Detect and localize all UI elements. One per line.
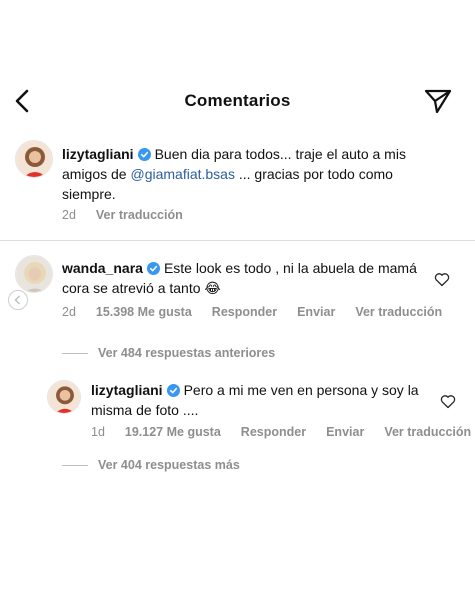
- comment-username[interactable]: lizytagliani: [91, 382, 163, 398]
- thread-line: [62, 353, 88, 355]
- thread-line: [62, 465, 88, 467]
- verified-badge-icon: [166, 384, 180, 397]
- user-photo-icon: [16, 141, 52, 177]
- translate-link[interactable]: Ver traducción: [96, 208, 183, 222]
- mention-link[interactable]: @giamafiat.bsas: [130, 166, 234, 182]
- likes-count[interactable]: 19.127 Me gusta: [125, 425, 221, 439]
- user-photo-icon: [16, 256, 52, 292]
- comment: wanda_nara Este look es todo , ni la abue…: [62, 258, 422, 298]
- comment-username[interactable]: lizytagliani: [62, 146, 134, 162]
- comment-meta: 2d 15.398 Me gusta Responder Enviar Ver trad…: [62, 305, 462, 319]
- view-more-replies-button[interactable]: Ver 404 respuestas más: [62, 458, 240, 472]
- verified-badge-icon: [146, 262, 160, 275]
- divider: [0, 240, 475, 241]
- send-link[interactable]: Enviar: [297, 305, 335, 319]
- comment-meta: 2d Ver traducción: [62, 208, 203, 222]
- comment-time: 2d: [62, 305, 76, 319]
- avatar[interactable]: [15, 255, 53, 293]
- user-photo-icon: [48, 381, 80, 413]
- translate-link[interactable]: Ver traducción: [355, 305, 442, 319]
- previous-arrow-button[interactable]: [8, 290, 28, 310]
- verified-badge-icon: [137, 148, 151, 161]
- paper-plane-icon: [424, 89, 452, 114]
- send-link[interactable]: Enviar: [326, 425, 364, 439]
- reply-link[interactable]: Responder: [212, 305, 277, 319]
- like-heart-icon[interactable]: [434, 272, 450, 287]
- comment-time: 1d: [91, 425, 105, 439]
- comment-username[interactable]: wanda_nara: [62, 260, 143, 276]
- page-title: Comentarios: [184, 91, 291, 110]
- translate-link[interactable]: Ver traducción: [384, 425, 471, 439]
- comments-header: Comentarios: [0, 78, 475, 124]
- caption-comment: lizytagliani Buen dia para todos... traje…: [62, 144, 442, 204]
- likes-count[interactable]: 15.398 Me gusta: [96, 305, 192, 319]
- comment-meta: 1d 19.127 Me gusta Responder Enviar Ver trad…: [91, 425, 475, 439]
- comment-time: 2d: [62, 208, 76, 222]
- view-previous-replies-button[interactable]: Ver 484 respuestas anteriores: [62, 346, 275, 360]
- like-heart-icon[interactable]: [440, 394, 456, 409]
- reply-comment: lizytagliani Pero a mi me ven en persona …: [91, 380, 421, 420]
- share-button[interactable]: [423, 87, 453, 115]
- avatar[interactable]: [47, 380, 81, 414]
- avatar[interactable]: [15, 140, 53, 178]
- chevron-left-icon: [14, 295, 20, 305]
- reply-link[interactable]: Responder: [241, 425, 306, 439]
